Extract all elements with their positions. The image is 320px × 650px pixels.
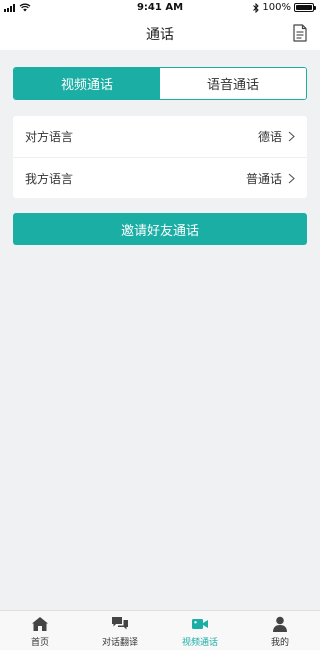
- tab-bar-dialogue-translation-label: 对话翻译: [101, 638, 138, 648]
- language-settings-list: 对方语言 德语 我方语言 普通话: [13, 116, 307, 198]
- chevron-right-icon: [288, 173, 295, 183]
- battery-percent: 100%: [262, 2, 291, 13]
- my-language-row[interactable]: 我方语言 普通话: [13, 157, 307, 198]
- person-icon: [273, 616, 287, 632]
- bluetooth-icon: [253, 2, 260, 13]
- page-title: 通话: [146, 27, 174, 43]
- other-language-row[interactable]: 对方语言 德语: [13, 116, 307, 157]
- home-icon: [32, 617, 48, 631]
- invite-friend-call-button[interactable]: 邀请好友通话: [13, 213, 307, 245]
- tab-bar-dialogue-translation[interactable]: 对话翻译: [80, 611, 160, 650]
- tab-bar-me[interactable]: 我的: [240, 611, 320, 650]
- nav-bar: 通话: [0, 16, 320, 50]
- status-bar: 9:41 AM 100%: [0, 0, 320, 16]
- other-language-value: 德语: [257, 130, 282, 144]
- video-camera-icon: [192, 619, 208, 629]
- tab-bar-home[interactable]: 首页: [0, 611, 80, 650]
- document-icon[interactable]: [292, 24, 308, 42]
- tab-bar-home-label: 首页: [30, 638, 49, 648]
- battery-icon: [294, 3, 316, 12]
- tab-video-call-label: 视频通话: [60, 78, 113, 93]
- tab-video-call[interactable]: 视频通话: [14, 68, 160, 99]
- invite-button-label: 邀请好友通话: [120, 223, 199, 239]
- chat-icon: [112, 617, 128, 630]
- chevron-right-icon: [288, 131, 295, 142]
- my-language-label: 我方语言: [25, 171, 74, 186]
- status-right: 100%: [253, 2, 316, 13]
- tab-voice-call-label: 语音通话: [206, 78, 259, 93]
- call-type-segmented-control: 视频通话 语音通话: [13, 67, 307, 100]
- bottom-tab-bar: 首页 对话翻译 视频通话 我的: [0, 610, 320, 650]
- tab-bar-video-call-label: 视频通话: [181, 638, 218, 648]
- tab-voice-call[interactable]: 语音通话: [160, 68, 306, 99]
- tab-bar-me-label: 我的: [270, 638, 289, 648]
- my-language-value: 普通话: [245, 171, 282, 186]
- other-language-label: 对方语言: [25, 130, 74, 144]
- tab-bar-video-call[interactable]: 视频通话: [160, 611, 240, 650]
